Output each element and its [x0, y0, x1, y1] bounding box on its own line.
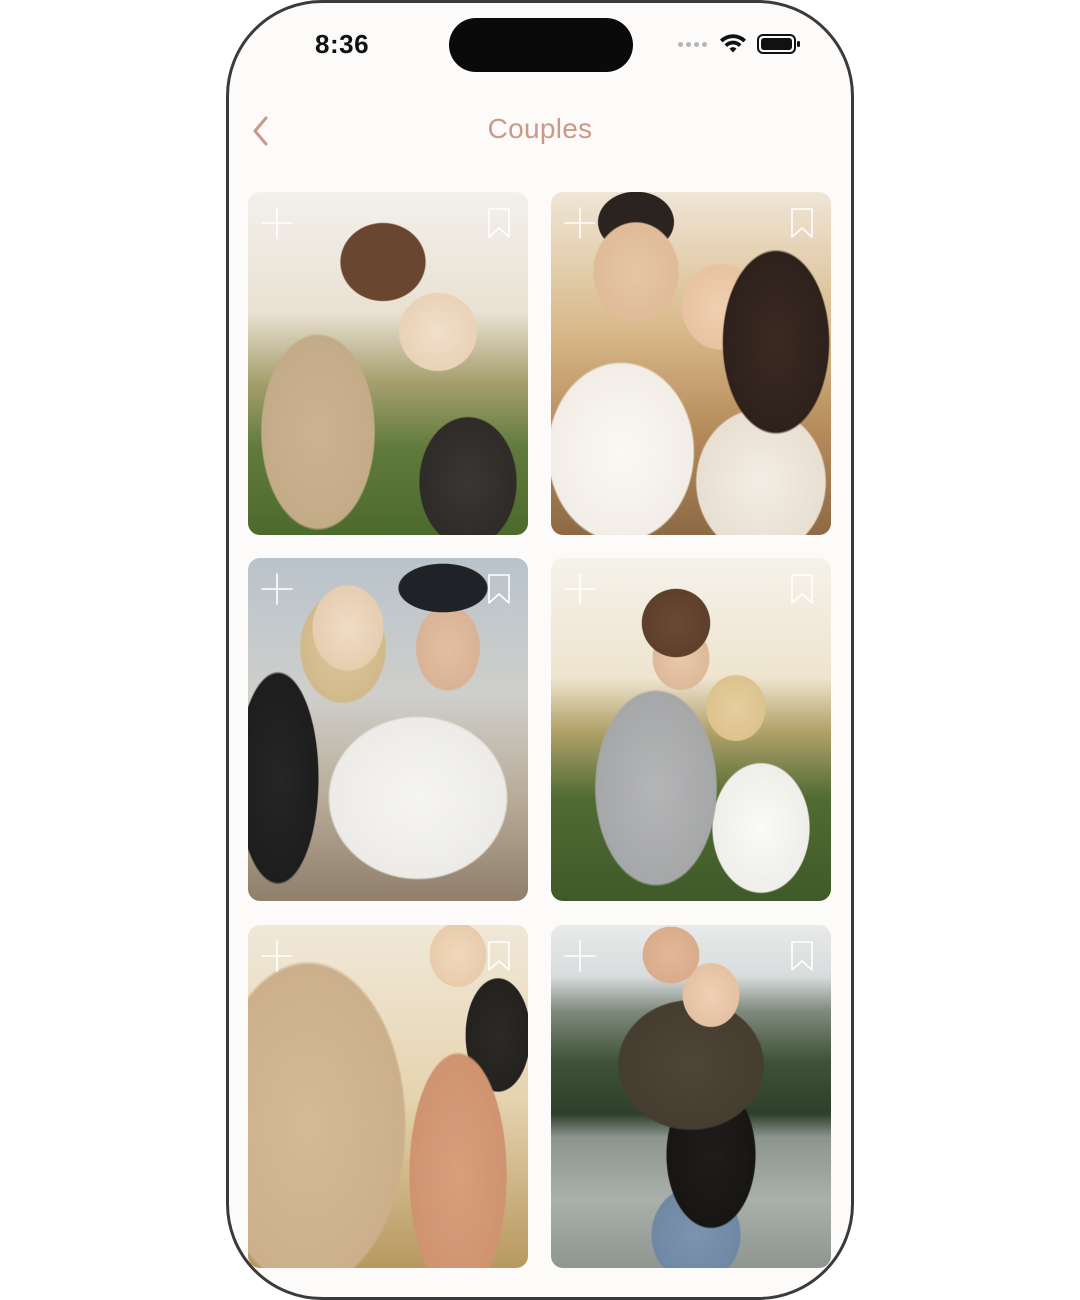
plus-icon	[261, 207, 293, 239]
bookmark-icon	[488, 574, 510, 604]
photo-card[interactable]	[248, 925, 528, 1268]
page-title: Couples	[487, 113, 593, 144]
plus-icon	[564, 573, 596, 605]
photo-card[interactable]	[248, 192, 528, 535]
bookmark-button[interactable]	[785, 572, 819, 606]
add-to-board-button[interactable]	[260, 206, 294, 240]
photo-card[interactable]	[551, 192, 831, 535]
bookmark-button[interactable]	[785, 206, 819, 240]
add-to-board-button[interactable]	[563, 939, 597, 973]
bookmark-icon	[488, 208, 510, 238]
phone-frame: 8:36 Couples	[226, 0, 854, 1300]
couple-photo	[551, 925, 831, 1268]
status-icons	[678, 33, 801, 55]
dynamic-island	[449, 18, 633, 72]
couple-photo	[248, 192, 528, 535]
plus-icon	[564, 207, 596, 239]
plus-icon	[261, 573, 293, 605]
add-to-board-button[interactable]	[563, 206, 597, 240]
couple-photo	[248, 925, 528, 1268]
bookmark-button[interactable]	[482, 939, 516, 973]
photo-card[interactable]	[551, 558, 831, 901]
bookmark-button[interactable]	[482, 206, 516, 240]
nav-header: Couples	[229, 103, 851, 163]
cellular-signal-icon	[678, 41, 707, 47]
wifi-icon	[720, 34, 746, 53]
bookmark-icon	[791, 941, 813, 971]
status-time: 8:36	[315, 29, 370, 59]
couple-photo	[248, 558, 528, 901]
couple-photo	[551, 192, 831, 535]
add-to-board-button[interactable]	[260, 572, 294, 606]
bookmark-icon	[791, 208, 813, 238]
battery-icon	[757, 34, 800, 54]
bookmark-icon	[791, 574, 813, 604]
status-bar: 8:36	[229, 3, 851, 83]
bookmark-button[interactable]	[785, 939, 819, 973]
bookmark-button[interactable]	[482, 572, 516, 606]
couple-photo	[551, 558, 831, 901]
photo-card[interactable]	[248, 558, 528, 901]
photo-card[interactable]	[551, 925, 831, 1268]
add-to-board-button[interactable]	[260, 939, 294, 973]
bookmark-icon	[488, 941, 510, 971]
plus-icon	[261, 940, 293, 972]
plus-icon	[564, 940, 596, 972]
add-to-board-button[interactable]	[563, 572, 597, 606]
